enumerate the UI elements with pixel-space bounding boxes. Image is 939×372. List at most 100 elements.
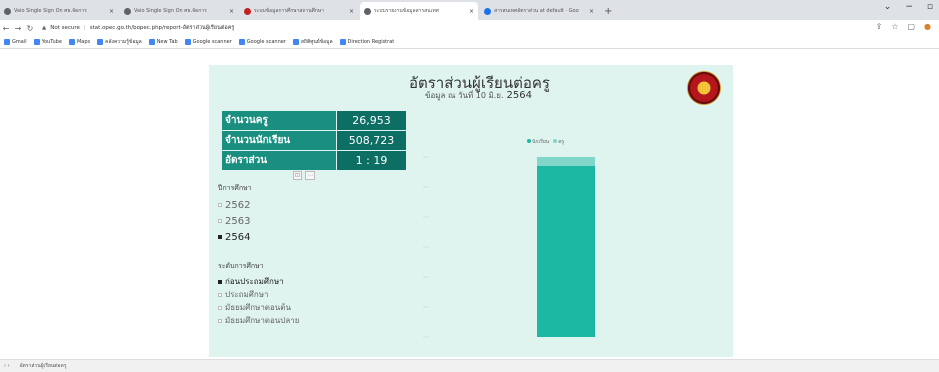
slicer-option[interactable]: 2564 — [218, 229, 252, 245]
bookmark-label: สถิติศูนย์ข้อมูล — [300, 39, 333, 45]
bookmark-item[interactable]: Google scanner — [238, 39, 286, 45]
slicer-option-label: 2563 — [225, 215, 251, 227]
slicer-checkbox[interactable] — [218, 235, 222, 239]
slicer-checkbox[interactable] — [218, 219, 222, 223]
close-tab-icon[interactable]: × — [589, 8, 594, 15]
profile-avatar-icon[interactable]: ● — [924, 22, 931, 31]
bookmark-label: คลังความรู้ข้อมูล — [105, 39, 142, 45]
tab-favicon-icon — [484, 7, 491, 15]
kpi-row: จำนวนนักเรียน 508,723 — [222, 131, 406, 150]
browser-tab[interactable]: Vaio Single Sign On ศธ.จัดการ × — [120, 2, 238, 20]
bookmark-favicon-icon — [292, 39, 299, 45]
slicer-option[interactable]: ก่อนประถมศึกษา — [218, 275, 299, 288]
slicer-option[interactable]: มัธยมศึกษาตอนปลาย — [218, 314, 299, 327]
close-tab-icon[interactable]: × — [469, 8, 474, 15]
tab-label: สารสนเทศอัตราส่วน at default · Goo — [494, 8, 579, 14]
address-divider: | — [83, 25, 86, 31]
slicer-option-label: ก่อนประถมศึกษา — [225, 277, 284, 286]
security-label: Not secure — [50, 25, 80, 31]
browser-tab[interactable]: Vaio Single Sign On ศธ.จัดการ × — [0, 2, 118, 20]
close-tab-icon[interactable]: × — [229, 8, 234, 15]
report-subtitle: ข้อมูล ณ วันที่ 10 มิ.ย. 2564 — [425, 89, 532, 102]
bookmark-label: Google scanner — [192, 39, 232, 45]
kpi-row: อัตราส่วน 1 : 19 — [222, 151, 406, 170]
back-arrow-icon[interactable]: ← — [0, 24, 12, 33]
sidebar-icon[interactable]: ▢ — [907, 22, 915, 31]
bar-segment-1[interactable] — [537, 157, 595, 166]
slicer-option[interactable]: 2563 — [218, 213, 252, 229]
bookmark-favicon-icon — [4, 39, 10, 45]
slicer-checkbox[interactable] — [218, 292, 222, 297]
tab-list: Vaio Single Sign On ศธ.จัดการ × Vaio Singl… — [0, 2, 600, 20]
browser-tab[interactable]: ระบบข้อมูลการศึกษาสถานศึกษา × — [240, 2, 358, 20]
slicer-option[interactable]: มัธยมศึกษาตอนต้น — [218, 301, 299, 314]
kpi-value: 508,723 — [337, 131, 406, 150]
subtitle-date: ข้อมูล ณ วันที่ 10 มิ.ย. — [425, 91, 504, 100]
browser-tab[interactable]: ระบบรายงานข้อมูลสารสนเทศ × — [360, 2, 478, 20]
level-slicer-title: ระดับการศึกษา — [218, 262, 264, 270]
toolbar-icons: ⇪ ☆ ▢ ● — [876, 22, 931, 31]
slicer-checkbox[interactable] — [218, 203, 222, 207]
slicer-checkbox[interactable] — [218, 318, 222, 323]
bookmark-item[interactable]: Direction Registrat — [339, 39, 394, 45]
reload-icon[interactable]: ↻ — [24, 24, 36, 33]
bookmark-label: Gmail — [12, 39, 27, 45]
bookmark-favicon-icon — [339, 39, 346, 45]
bookmark-item[interactable]: สถิติศูนย์ข้อมูล — [292, 38, 333, 46]
tab-favicon-icon — [364, 7, 371, 15]
tab-label: Vaio Single Sign On ศธ.จัดการ — [134, 8, 207, 14]
more-options-icon[interactable]: ⋯ — [305, 171, 316, 180]
page-tab[interactable]: อัตราส่วนผู้เรียนต่อครู — [20, 362, 67, 370]
visual-toolbar: ⊡ ⋯ — [293, 171, 316, 180]
report-page: อัตราส่วนผู้เรียนต่อครู ข้อมูล ณ วันที่ … — [209, 65, 733, 357]
year-slicer: ปีการศึกษา 2562 2563 2564 — [218, 183, 252, 245]
slicer-checkbox[interactable] — [218, 305, 222, 310]
omnibox[interactable]: ▲ Not secure | stat.opec.go.th/bopec.php… — [42, 22, 862, 34]
slicer-checkbox[interactable] — [218, 279, 222, 284]
focus-mode-icon[interactable]: ⊡ — [293, 171, 303, 180]
tab-favicon-icon — [244, 7, 251, 15]
close-tab-icon[interactable]: × — [349, 8, 354, 15]
bookmark-favicon-icon — [184, 39, 191, 45]
bookmark-item[interactable]: Maps — [68, 39, 91, 45]
kpi-label: จำนวนนักเรียน — [222, 131, 336, 150]
bookmark-item[interactable]: คลังความรู้ข้อมูล — [97, 38, 142, 46]
slicer-option-label: ประถมศึกษา — [225, 290, 269, 299]
bar-segment-0[interactable] — [537, 166, 595, 337]
bookmark-item[interactable]: New Tab — [148, 39, 178, 45]
new-tab-button[interactable]: + — [604, 2, 612, 20]
bookmark-item[interactable]: Google scanner — [184, 39, 232, 45]
browser-tab[interactable]: สารสนเทศอัตราส่วน at default · Goo × — [480, 2, 598, 20]
bookmark-favicon-icon — [148, 39, 155, 45]
slicer-option-label: 2564 — [225, 231, 251, 243]
browser-tab-strip: Vaio Single Sign On ศธ.จัดการ × Vaio Singl… — [0, 0, 939, 20]
minimize-button[interactable]: − — [905, 2, 913, 12]
kpi-value: 26,953 — [337, 111, 406, 130]
forward-arrow-icon[interactable]: → — [12, 24, 24, 33]
kpi-value: 1 : 19 — [337, 151, 406, 170]
kpi-label: จำนวนครู — [222, 111, 336, 130]
bookmark-favicon-icon — [238, 39, 245, 45]
bookmark-label: Maps — [76, 39, 91, 45]
tab-favicon-icon — [124, 7, 131, 15]
bookmark-label: Google scanner — [246, 39, 286, 45]
tab-label: Vaio Single Sign On ศธ.จัดการ — [14, 8, 87, 14]
slicer-option-label: มัธยมศึกษาตอนปลาย — [225, 316, 300, 325]
chart-svg — [423, 156, 595, 338]
level-slicer: ระดับการศึกษา ก่อนประถมศึกษาประถมศึกษามั… — [218, 261, 299, 327]
share-icon[interactable]: ⇪ — [876, 22, 883, 31]
page-nav-arrows-icon[interactable]: ‹ › — [4, 363, 10, 369]
bookmark-favicon-icon — [33, 39, 40, 45]
close-tab-icon[interactable]: × — [109, 8, 114, 15]
not-secure-warning-icon[interactable]: ▲ — [42, 25, 46, 31]
slicer-option[interactable]: ประถมศึกษา — [218, 288, 299, 301]
bookmark-star-icon[interactable]: ☆ — [891, 22, 898, 31]
slicer-option[interactable]: 2562 — [218, 197, 252, 213]
slicer-option-label: มัธยมศึกษาตอนต้น — [225, 303, 291, 312]
bookmark-item[interactable]: YouTube — [33, 39, 62, 45]
bookmark-item[interactable]: Gmail — [4, 39, 27, 45]
bookmark-favicon-icon — [97, 39, 104, 45]
tab-search-icon[interactable]: ⌄ — [884, 2, 892, 12]
bookmark-label: New Tab — [156, 39, 178, 45]
restore-button[interactable]: ▫ — [927, 2, 933, 12]
